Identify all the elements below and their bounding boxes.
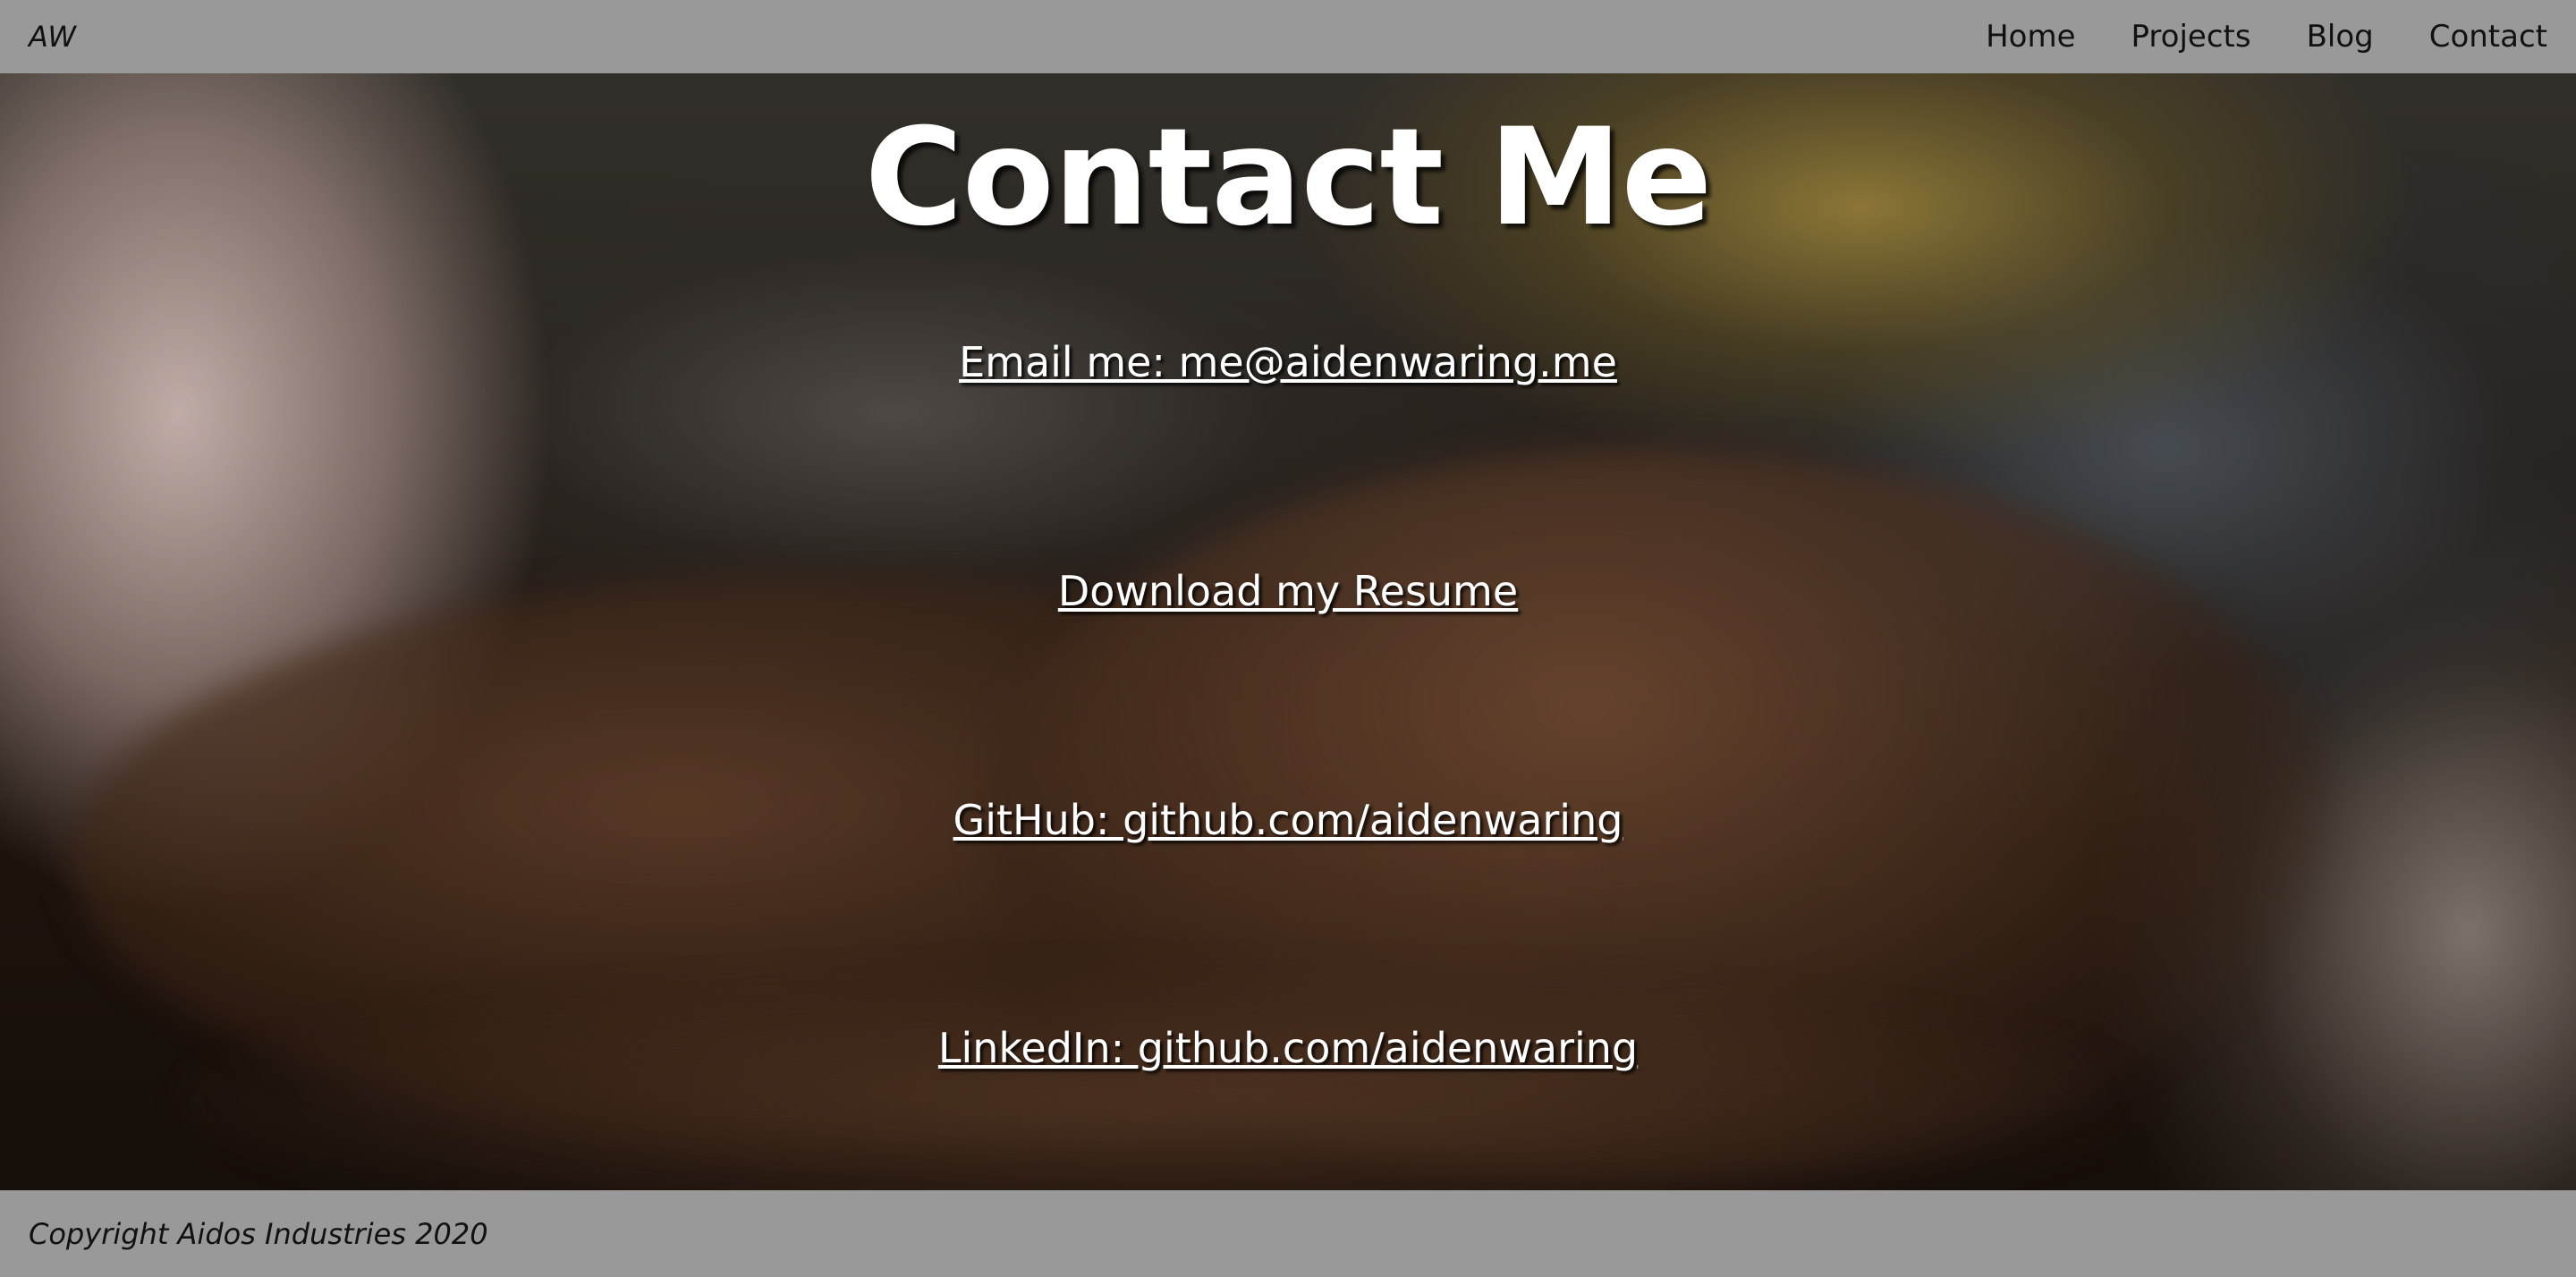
site-logo[interactable]: AW [29,20,76,54]
top-navbar: AW Home Projects Blog Contact [0,0,2576,73]
email-link[interactable]: Email me: me@aidenwaring.me [0,338,2576,386]
github-link[interactable]: GitHub: github.com/aidenwaring [0,796,2576,844]
nav-blog-link[interactable]: Blog [2307,19,2374,55]
page-title: Contact Me [864,100,1713,256]
linkedin-link[interactable]: LinkedIn: github.com/aidenwaring [0,1024,2576,1072]
footer: Copyright Aidos Industries 2020 [0,1190,2576,1277]
nav-contact-link[interactable]: Contact [2429,19,2547,55]
main-nav: Home Projects Blog Contact [1930,19,2547,55]
nav-home-link[interactable]: Home [1986,19,2075,55]
copyright-text: Copyright Aidos Industries 2020 [29,1216,488,1251]
resume-download-link[interactable]: Download my Resume [0,567,2576,615]
contact-content: Contact Me Email me: me@aidenwaring.me D… [0,73,2576,1190]
nav-projects-link[interactable]: Projects [2131,19,2251,55]
hero-section: Contact Me Email me: me@aidenwaring.me D… [0,73,2576,1190]
